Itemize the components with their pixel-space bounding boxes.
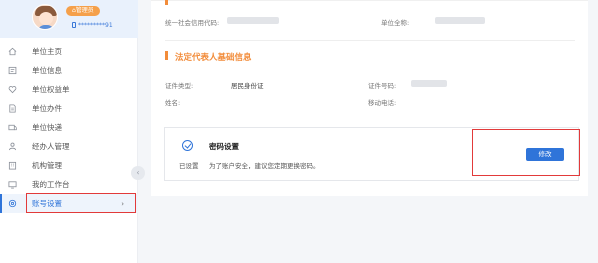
app-root: ⌂管理员 *********91 单位主页 单位信息 单位权益单 单位办件 单位… [0, 0, 598, 263]
user-profile: ⌂管理员 *********91 [0, 0, 138, 38]
selection-highlight-box [26, 193, 136, 213]
sidebar-item-label: 经办人管理 [32, 142, 70, 151]
sidebar-item-unit-info[interactable]: 单位信息 [0, 61, 138, 80]
main-content: 统一社会信用代码: 单位全称: 法定代表人基础信息 证件类型: 居民身份证 证件… [138, 0, 598, 263]
sidebar-item-unit-home[interactable]: 单位主页 [0, 42, 138, 61]
info-card-icon [8, 66, 17, 75]
user-phone: *********91 [72, 22, 113, 29]
sidebar-item-unit-cases[interactable]: 单位办件 [0, 99, 138, 118]
avatar-face [39, 12, 53, 25]
sidebar-item-label: 单位主页 [32, 47, 62, 56]
legal-rep-section-title: 法定代表人基础信息 [175, 53, 252, 63]
sidebar: ⌂管理员 *********91 单位主页 单位信息 单位权益单 单位办件 单位… [0, 0, 138, 263]
sidebar-menu: 单位主页 单位信息 单位权益单 单位办件 单位快递 经办人管理 机构管理 我的工… [0, 42, 138, 213]
section-accent-bar [165, 51, 168, 60]
building-icon [8, 161, 17, 170]
sidebar-item-label: 单位信息 [32, 66, 62, 75]
role-badge: ⌂管理员 [66, 6, 100, 16]
id-number-value-redacted [411, 80, 447, 87]
document-icon [8, 104, 17, 113]
credit-code-label: 统一社会信用代码: [165, 19, 220, 27]
edit-password-button[interactable]: 修改 [526, 148, 564, 161]
sidebar-item-label: 机构管理 [32, 161, 62, 170]
avatar[interactable] [32, 4, 58, 30]
sidebar-item-my-workbench[interactable]: 我的工作台 [0, 175, 138, 194]
heart-icon [8, 85, 17, 94]
password-status: 已设置 [179, 162, 199, 170]
legal-rep-name-label: 姓名: [165, 99, 181, 107]
sidebar-item-label: 单位办件 [32, 104, 62, 113]
password-settings-title: 密码设置 [209, 142, 239, 151]
id-number-label: 证件号码: [368, 82, 397, 90]
password-settings-panel: 密码设置 已设置 为了账户安全，建议您定期更换密码。 修改 [164, 127, 580, 181]
workbench-icon [8, 180, 17, 189]
unit-name-label: 单位全称: [381, 19, 410, 27]
people-icon [8, 142, 17, 151]
package-icon [8, 123, 17, 132]
sidebar-item-unit-express[interactable]: 单位快递 [0, 118, 138, 137]
account-card: 统一社会信用代码: 单位全称: 法定代表人基础信息 证件类型: 居民身份证 证件… [151, 0, 588, 196]
id-type-label: 证件类型: [165, 82, 194, 90]
credit-code-value-redacted [227, 17, 279, 24]
phone-icon [72, 22, 76, 28]
top-strip [151, 0, 588, 1]
section-accent-bar-top [165, 0, 168, 5]
mobile-label: 移动电话: [368, 99, 397, 107]
id-type-value: 居民身份证 [231, 82, 264, 90]
phone-number: *********91 [78, 22, 113, 29]
avatar-body [37, 25, 55, 29]
divider [165, 40, 575, 41]
unit-name-value-redacted [435, 17, 485, 24]
settings-icon [8, 199, 17, 208]
sidebar-item-org-management[interactable]: 机构管理 [0, 156, 138, 175]
sidebar-item-label: 单位权益单 [32, 85, 70, 94]
sidebar-item-account-settings[interactable]: 账号设置 › [0, 193, 138, 213]
password-description: 为了账户安全，建议您定期更换密码。 [209, 162, 320, 170]
home-icon [8, 47, 17, 56]
sidebar-item-label: 我的工作台 [32, 180, 70, 189]
check-circle-icon [182, 140, 193, 151]
sidebar-item-label: 单位快递 [32, 123, 62, 132]
sidebar-item-unit-benefits[interactable]: 单位权益单 [0, 80, 138, 99]
sidebar-item-agent-management[interactable]: 经办人管理 [0, 137, 138, 156]
